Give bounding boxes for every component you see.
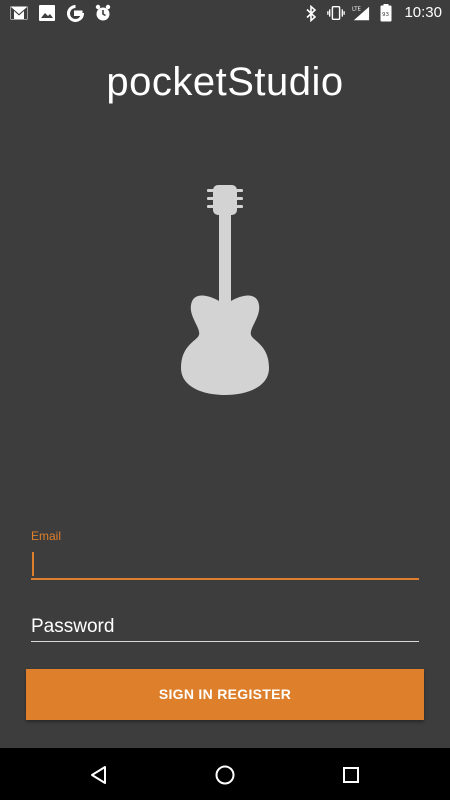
password-field[interactable]: Password <box>31 612 419 642</box>
guitar-icon <box>175 183 275 398</box>
bluetooth-icon <box>302 4 320 22</box>
text-cursor <box>32 552 34 576</box>
google-icon <box>66 4 84 22</box>
image-icon <box>38 4 56 22</box>
alarm-icon <box>94 4 112 22</box>
app-title: pocketStudio <box>106 60 344 104</box>
lte-signal-icon: LTE <box>352 4 370 22</box>
back-icon[interactable] <box>86 762 112 788</box>
email-field[interactable] <box>31 546 419 580</box>
navigation-bar <box>0 748 450 800</box>
svg-text:93: 93 <box>382 12 389 18</box>
recents-icon[interactable] <box>338 762 364 788</box>
battery-icon: 93 <box>377 4 395 22</box>
gmail-icon <box>10 4 28 22</box>
svg-text:LTE: LTE <box>352 6 362 12</box>
vibrate-icon <box>327 4 346 22</box>
system-icons: LTE 93 10:30 <box>302 4 442 22</box>
status-bar: LTE 93 10:30 <box>0 0 450 26</box>
sign-in-register-button[interactable]: SIGN IN REGISTER <box>26 669 424 720</box>
home-icon[interactable] <box>212 762 238 788</box>
status-time: 10:30 <box>404 4 442 21</box>
password-placeholder: Password <box>31 616 115 637</box>
notification-icons <box>10 4 112 22</box>
email-label: Email <box>31 529 62 543</box>
